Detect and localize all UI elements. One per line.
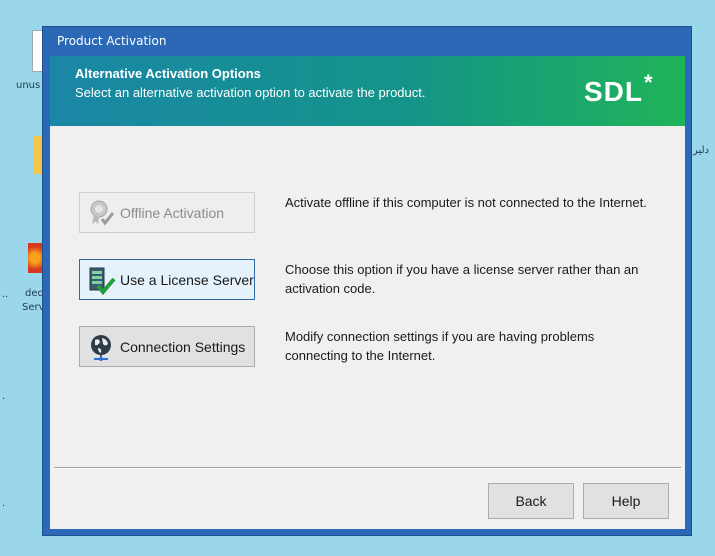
use-license-server-button[interactable]: Use a License Server [79, 259, 255, 300]
desktop-icon-label: unus [16, 80, 41, 91]
sdl-logo: SDL [584, 76, 643, 107]
offline-activation-button[interactable]: Offline Activation [79, 192, 255, 233]
desktop-dot: . [2, 391, 6, 402]
sdl-logo-mark: * [644, 70, 653, 95]
back-button[interactable]: Back [488, 483, 574, 519]
use-license-server-description: Choose this option if you have a license… [285, 262, 639, 296]
license-server-icon [86, 265, 116, 295]
banner-title: Alternative Activation Options [75, 66, 261, 81]
help-button[interactable]: Help [583, 483, 669, 519]
desktop-dot: .. [2, 289, 9, 300]
desktop-icon-label: دلیر [693, 145, 710, 156]
dialog-client-area: Alternative Activation Options Select an… [50, 56, 685, 529]
offline-activation-description: Activate offline if this computer is not… [285, 195, 647, 210]
desktop-dot: . [2, 498, 6, 509]
desktop-app-icon[interactable] [28, 243, 42, 273]
banner-subtitle: Select an alternative activation option … [75, 85, 426, 100]
desktop-folder-icon[interactable] [33, 136, 42, 174]
globe-network-icon [86, 332, 116, 362]
window-title[interactable]: Product Activation [43, 27, 691, 55]
offline-activation-label: Offline Activation [120, 204, 225, 221]
header-banner: Alternative Activation Options Select an… [50, 56, 685, 126]
certificate-icon [86, 198, 116, 228]
connection-settings-button[interactable]: Connection Settings [79, 326, 255, 367]
connection-settings-label: Connection Settings [120, 338, 246, 355]
connection-settings-description: Modify connection settings if you are ha… [285, 329, 595, 363]
product-activation-dialog: Product Activation Alternative Activatio… [42, 26, 692, 536]
use-license-server-label: Use a License Server [120, 271, 254, 288]
footer-divider [54, 467, 681, 469]
